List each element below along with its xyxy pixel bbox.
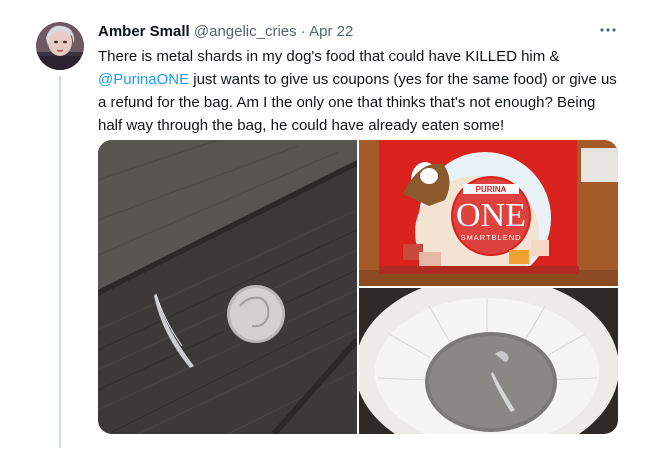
mention-link[interactable]: @PurinaONE [98,71,189,88]
more-horizontal-icon[interactable] [596,20,620,40]
photo-purina-one-bag[interactable]: PURINA ONE SMARTBLEND [359,140,618,286]
avatar-image [36,22,84,70]
tweet: Amber Small @angelic_cries · Apr 22 Ther… [0,0,672,464]
separator-dot: · [300,23,306,40]
author-handle[interactable]: @angelic_cries [194,23,297,40]
author-name[interactable]: Amber Small [98,23,190,40]
bag-product: ONE [456,197,526,234]
thread-line [59,76,61,448]
tweet-text: There is metal shards in my dog's food t… [98,45,618,137]
tweet-text-part1: There is metal shards in my dog's food t… [98,48,560,65]
bag-line: SMARTBLEND [460,233,521,242]
bag-brand: PURINA [476,185,507,194]
media-grid: PURINA ONE SMARTBLEND [98,140,618,434]
tweet-date[interactable]: Apr 22 [309,23,353,40]
tweet-header: Amber Small @angelic_cries · Apr 22 [98,22,353,42]
avatar[interactable] [36,22,84,70]
photo-metal-shard-with-coin[interactable] [98,140,357,434]
photo-bucket-with-shard[interactable] [359,288,618,434]
